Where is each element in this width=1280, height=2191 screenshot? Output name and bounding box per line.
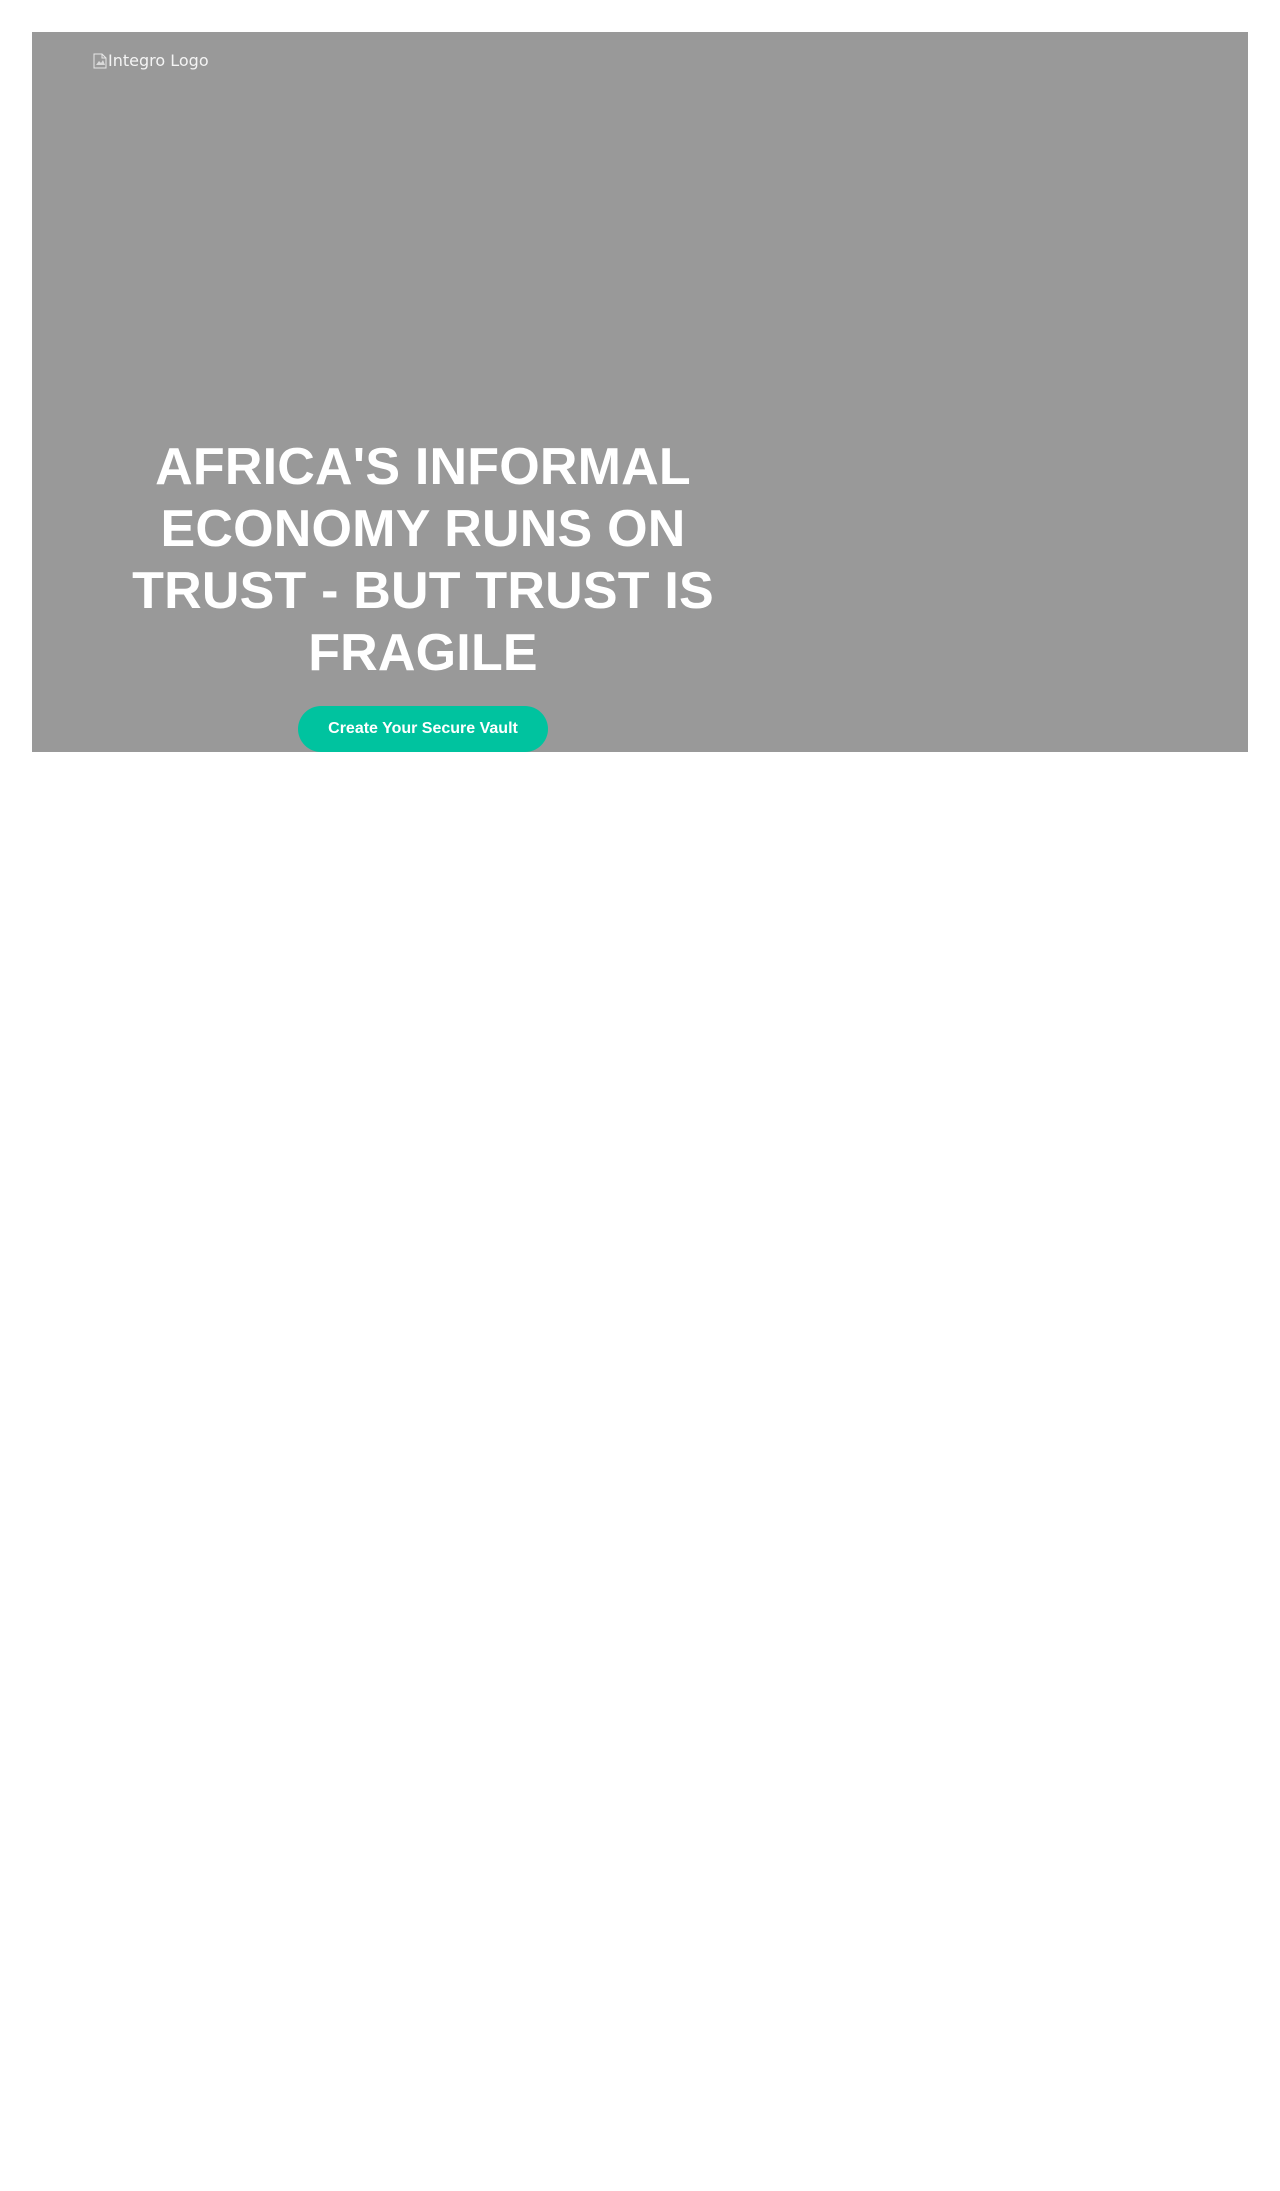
logo-alt-text: Integro Logo <box>108 51 209 70</box>
broken-image-icon <box>93 53 107 69</box>
create-secure-vault-button[interactable]: Create Your Secure Vault <box>298 706 548 752</box>
hero-content: AFRICA'S INFORMAL ECONOMY RUNS ON TRUST … <box>93 436 753 752</box>
integro-logo[interactable]: Integro Logo <box>93 51 209 71</box>
hero-section: Integro Logo AFRICA'S INFORMAL ECONOMY R… <box>32 32 1248 752</box>
hero-title: AFRICA'S INFORMAL ECONOMY RUNS ON TRUST … <box>132 438 714 682</box>
